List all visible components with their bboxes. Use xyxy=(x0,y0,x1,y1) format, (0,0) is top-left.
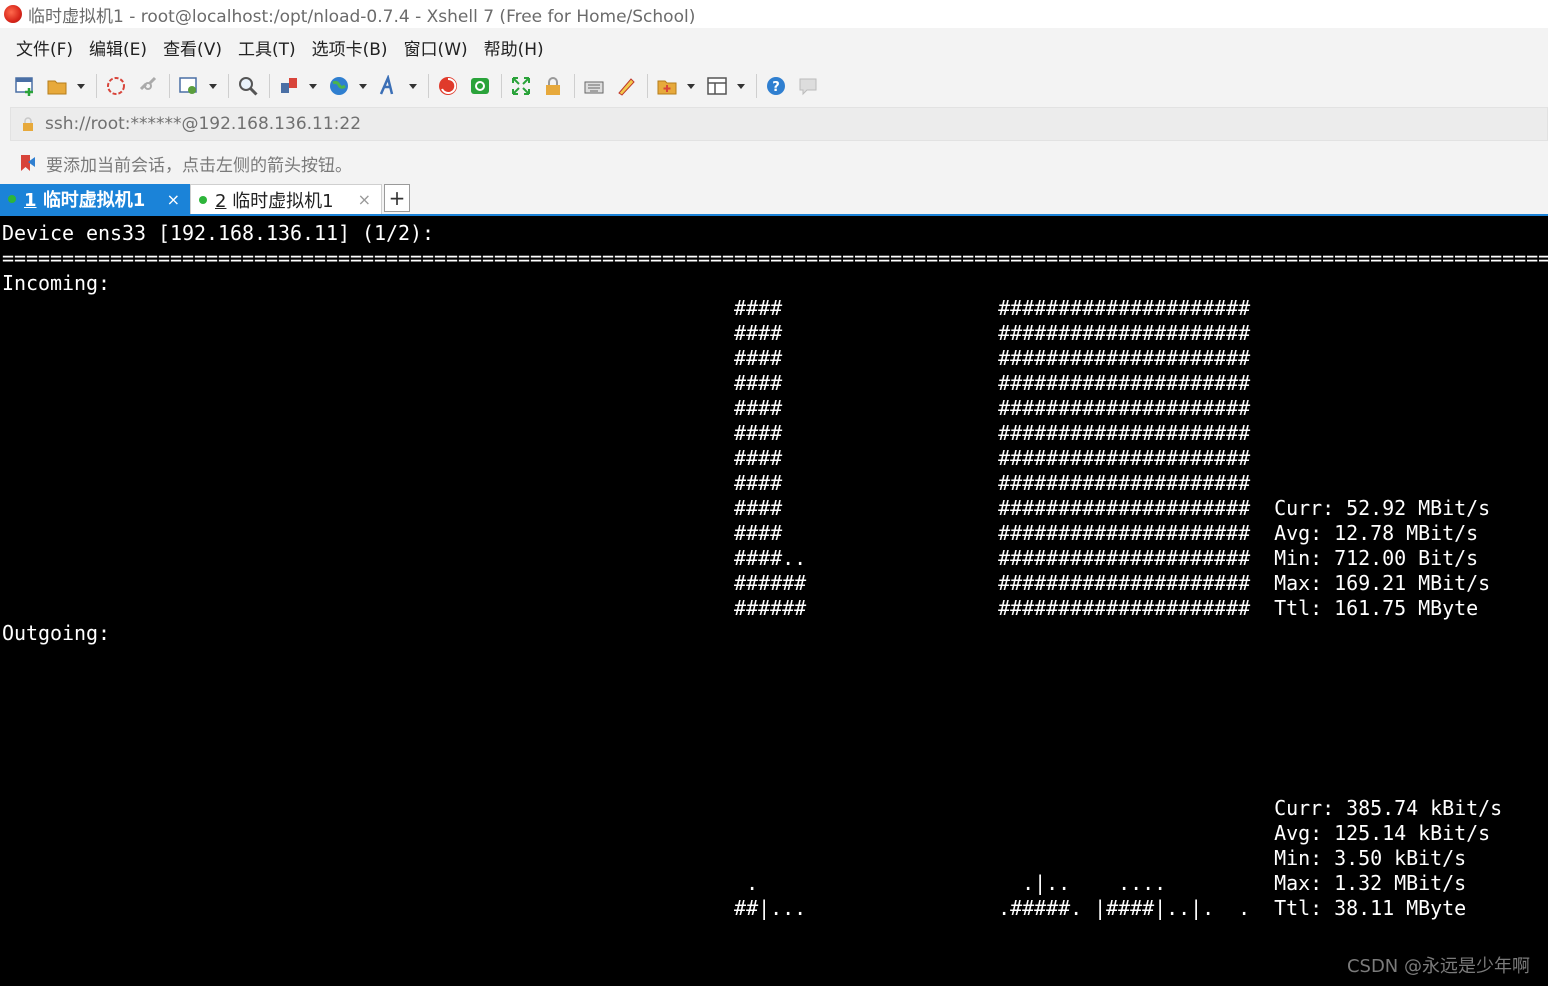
terminal-line: Device ens33 [192.168.136.11] (1/2): xyxy=(2,221,435,245)
keyboard-icon[interactable] xyxy=(581,73,607,99)
tab-label: 2 临时虚拟机1 xyxy=(215,190,334,212)
xftp-icon[interactable] xyxy=(467,73,493,99)
terminal-line: #### ##################### xyxy=(2,396,1251,420)
terminal-line: . .|.. .... Max: 1.32 MBit/s xyxy=(2,871,1467,895)
menu-view[interactable]: 查看(V) xyxy=(163,35,222,60)
terminal-line: Curr: 385.74 kBit/s xyxy=(2,796,1503,820)
terminal-output[interactable]: Device ens33 [192.168.136.11] (1/2): ===… xyxy=(0,216,1548,986)
session-hint-bar: 要添加当前会话，点击左侧的箭头按钮。 xyxy=(0,142,1548,184)
tab-label: 1 临时虚拟机1 xyxy=(24,190,146,211)
transfer-dropdown-icon[interactable] xyxy=(308,73,318,99)
xshell-icon[interactable] xyxy=(435,73,461,99)
toolbar-separator xyxy=(574,74,575,98)
terminal-line: Incoming: xyxy=(2,271,111,295)
hint-text: 要添加当前会话，点击左侧的箭头按钮。 xyxy=(46,155,352,176)
terminal-line: Min: 3.50 kBit/s xyxy=(2,846,1467,870)
toolbar-separator xyxy=(428,74,429,98)
search-icon[interactable] xyxy=(235,73,261,99)
layout-icon[interactable] xyxy=(704,73,730,99)
terminal-line: #### ##################### xyxy=(2,346,1251,370)
new-session-icon[interactable] xyxy=(12,73,38,99)
terminal-text: Device ens33 [192.168.136.11] (1/2): ===… xyxy=(2,221,1548,921)
toolbar-separator xyxy=(96,74,97,98)
disconnect-icon[interactable] xyxy=(135,73,161,99)
tab-session-1[interactable]: 1 临时虚拟机1 × xyxy=(0,184,190,214)
open-dropdown-icon[interactable] xyxy=(76,73,86,99)
tab-session-2[interactable]: 2 临时虚拟机1 × xyxy=(190,184,382,214)
toolbar: ? xyxy=(0,66,1548,106)
menu-bar: 文件(F) 编辑(E) 查看(V) 工具(T) 选项卡(B) 窗口(W) 帮助(… xyxy=(0,28,1548,66)
properties-icon[interactable] xyxy=(176,73,202,99)
menu-edit[interactable]: 编辑(E) xyxy=(89,35,147,60)
add-tab-button[interactable]: + xyxy=(384,184,410,212)
address-input[interactable]: ssh://root:******@192.168.136.11:22 xyxy=(10,107,1548,141)
reconnect-icon[interactable] xyxy=(103,73,129,99)
toolbar-separator xyxy=(501,74,502,98)
close-icon[interactable]: × xyxy=(358,190,371,209)
toolbar-separator xyxy=(269,74,270,98)
menu-window[interactable]: 窗口(W) xyxy=(404,35,468,60)
terminal-line: ####.. ##################### Min: 712.00… xyxy=(2,546,1479,570)
open-folder-icon[interactable] xyxy=(44,73,70,99)
fullscreen-icon[interactable] xyxy=(508,73,534,99)
terminal-line: ###### ##################### Max: 169.21… xyxy=(2,571,1491,595)
font-icon[interactable] xyxy=(376,73,402,99)
lock-icon xyxy=(23,117,33,131)
highlight-icon[interactable] xyxy=(613,73,639,99)
menu-tab[interactable]: 选项卡(B) xyxy=(312,35,388,60)
terminal-line: ###### ##################### Ttl: 161.75… xyxy=(2,596,1479,620)
tab-bar: 1 临时虚拟机1 × 2 临时虚拟机1 × + xyxy=(0,184,1548,216)
bookmark-arrow-icon[interactable] xyxy=(18,153,38,173)
menu-help[interactable]: 帮助(H) xyxy=(484,35,544,60)
menu-tools[interactable]: 工具(T) xyxy=(238,35,296,60)
svg-text:?: ? xyxy=(772,80,780,95)
terminal-line: #### ##################### xyxy=(2,471,1251,495)
terminal-line: #### ##################### Curr: 52.92 M… xyxy=(2,496,1491,520)
toolbar-separator xyxy=(647,74,648,98)
connected-status-icon xyxy=(8,195,16,203)
connected-status-icon xyxy=(199,195,207,204)
address-bar: ssh://root:******@192.168.136.11:22 xyxy=(0,106,1548,142)
transfer-icon[interactable] xyxy=(276,73,302,99)
terminal-line: #### ##################### xyxy=(2,446,1251,470)
terminal-line: #### ##################### xyxy=(2,371,1251,395)
globe-icon[interactable] xyxy=(326,73,352,99)
terminal-line: #### ##################### xyxy=(2,321,1251,345)
terminal-line: Outgoing: xyxy=(2,621,111,645)
help-icon[interactable]: ? xyxy=(763,73,789,99)
watermark: CSDN @永远是少年啊 xyxy=(1346,956,1530,977)
title-bar: 临时虚拟机1 - root@localhost:/opt/nload-0.7.4… xyxy=(0,0,1548,28)
close-icon[interactable]: × xyxy=(167,190,180,209)
terminal-line: #### ##################### xyxy=(2,421,1251,445)
font-dropdown-icon[interactable] xyxy=(408,73,418,99)
terminal-line: ========================================… xyxy=(2,246,1548,270)
window-title: 临时虚拟机1 - root@localhost:/opt/nload-0.7.4… xyxy=(28,6,696,27)
toolbar-separator xyxy=(228,74,229,98)
new-folder-dropdown-icon[interactable] xyxy=(686,73,696,99)
chat-icon[interactable] xyxy=(795,73,821,99)
terminal-line: #### ##################### xyxy=(2,296,1251,320)
terminal-line: #### ##################### Avg: 12.78 MB… xyxy=(2,521,1479,545)
properties-dropdown-icon[interactable] xyxy=(208,73,218,99)
toolbar-separator xyxy=(169,74,170,98)
globe-dropdown-icon[interactable] xyxy=(358,73,368,99)
new-folder-icon[interactable] xyxy=(654,73,680,99)
terminal-line: ##|... .#####. |####|..|. . Ttl: 38.11 M… xyxy=(2,896,1467,920)
toolbar-separator xyxy=(756,74,757,98)
menu-file[interactable]: 文件(F) xyxy=(16,35,73,60)
terminal-line: Avg: 125.14 kBit/s xyxy=(2,821,1491,845)
layout-dropdown-icon[interactable] xyxy=(736,73,746,99)
xshell-logo-icon xyxy=(4,5,22,23)
lock-toolbar-icon[interactable] xyxy=(540,73,566,99)
address-value: ssh://root:******@192.168.136.11:22 xyxy=(45,114,362,134)
